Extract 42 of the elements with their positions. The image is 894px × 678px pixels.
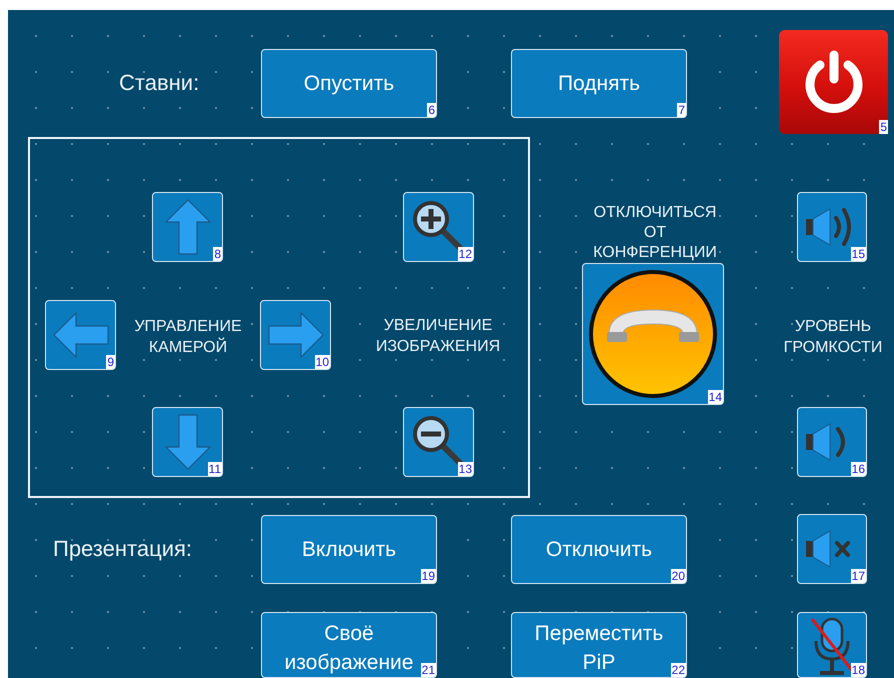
object-number: 21 (420, 663, 436, 677)
object-number: 17 (850, 569, 866, 583)
presentation-button[interactable]: Включить 19 (261, 515, 437, 584)
zoom-label: УВЕЛИЧЕНИЕ ИЗОБРАЖЕНИЯ (374, 316, 502, 357)
object-number: 12 (458, 247, 473, 261)
camera-control-button[interactable]: 11 (152, 407, 223, 477)
presentation-label: Презентация: (53, 535, 192, 563)
object-number: 16 (850, 462, 866, 476)
object-number: 13 (458, 462, 473, 476)
volume-button[interactable]: 16 (797, 407, 867, 477)
camera-control-button[interactable]: 9 (45, 300, 116, 370)
object-number: 14 (708, 390, 723, 404)
presentation-button[interactable]: Своё изображение 21 (261, 612, 437, 678)
disconnect-label: ОТКЛЮЧИТЬСЯ ОТ КОНФЕРЕНЦИИ (592, 203, 718, 263)
camera-control-button[interactable]: 13 (403, 407, 474, 477)
object-number: 10 (314, 355, 330, 369)
volume-button[interactable]: 15 (797, 192, 867, 262)
camera-control-button[interactable]: 10 (260, 300, 331, 370)
object-number: 18 (850, 663, 866, 677)
hang-up-button[interactable]: 14 (582, 263, 724, 405)
shutter-button[interactable]: Опустить 6 (261, 49, 437, 118)
object-number: 15 (850, 247, 866, 261)
presentation-button[interactable]: Переместить PiP 22 (511, 612, 687, 678)
volume-button[interactable]: 17 (797, 514, 867, 584)
object-number: 7 (677, 103, 686, 117)
volume-label: УРОВЕНЬ ГРОМКОСТИ (782, 317, 884, 358)
shutter-button[interactable]: Поднять 7 (511, 49, 687, 118)
object-number: 19 (420, 569, 436, 583)
volume-button[interactable]: 18 (797, 612, 867, 678)
object-number: 6 (427, 103, 436, 117)
camera-control-button[interactable]: 12 (403, 192, 474, 262)
object-number: 20 (670, 569, 686, 583)
object-number: 11 (208, 462, 222, 476)
object-number: 8 (213, 247, 222, 261)
camera-control-button[interactable]: 8 (152, 192, 223, 262)
object-number: 5 (879, 120, 888, 134)
presentation-button[interactable]: Отключить 20 (511, 515, 687, 584)
camera-control-label: УПРАВЛЕНИЕ КАМЕРОЙ (133, 317, 243, 358)
object-number: 22 (670, 663, 686, 677)
power-button[interactable]: 5 (779, 30, 888, 134)
object-number: 9 (106, 355, 115, 369)
shutters-label: Ставни: (119, 69, 200, 97)
